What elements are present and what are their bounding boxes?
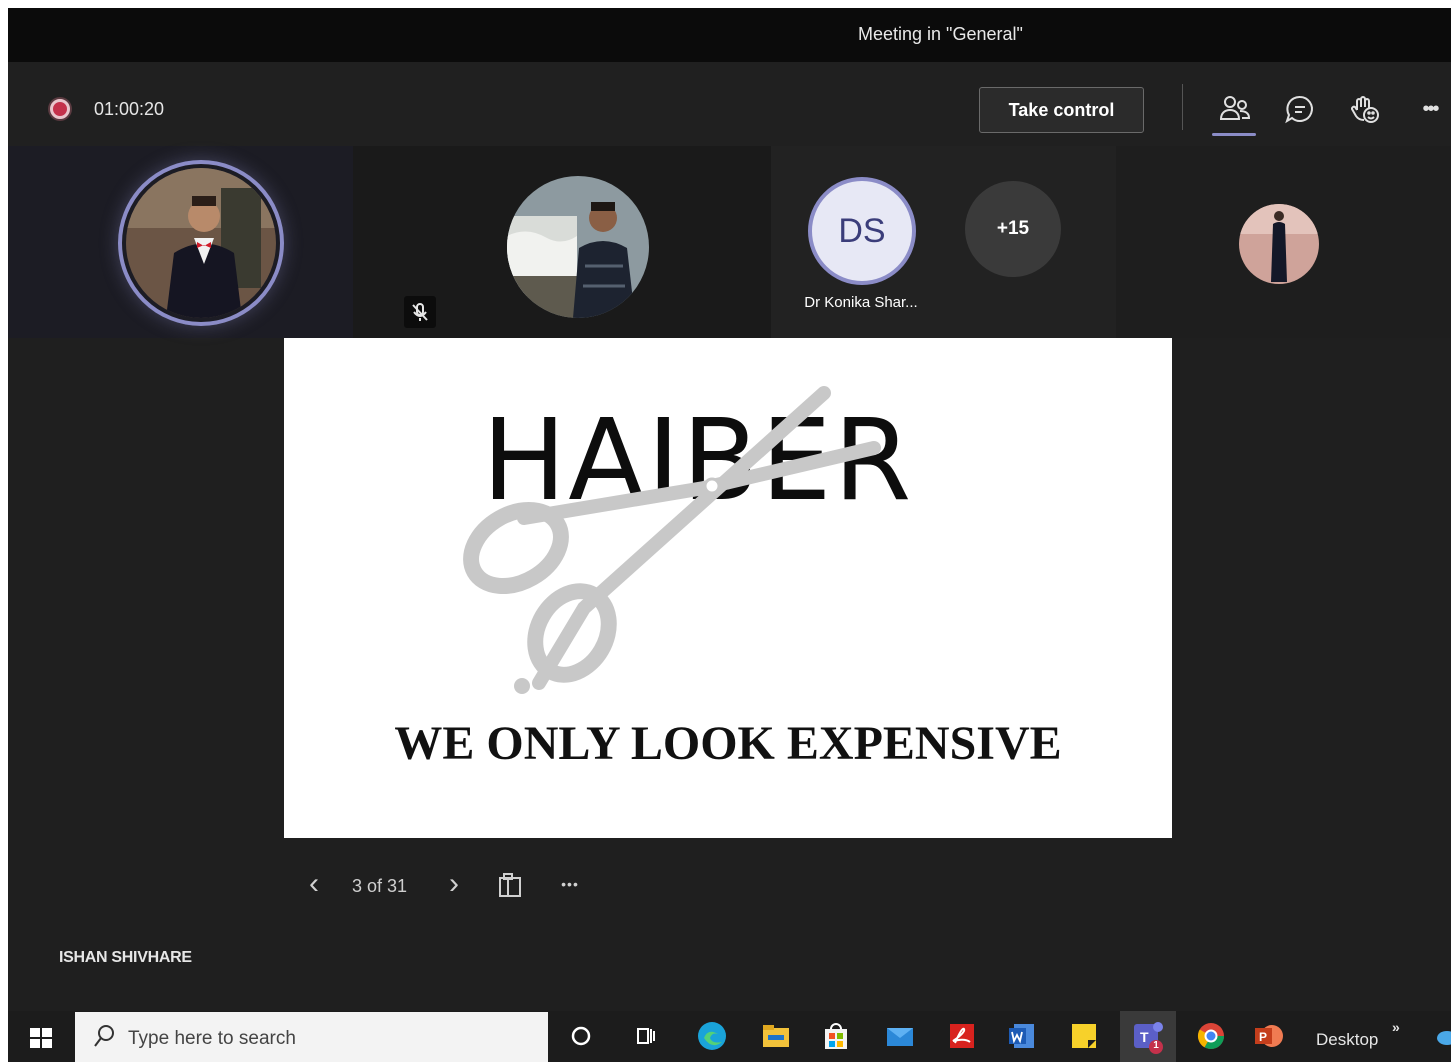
teams-icon[interactable]: T 1 — [1120, 1011, 1176, 1062]
microsoft-store-icon[interactable] — [820, 1020, 852, 1052]
sticky-notes-icon[interactable] — [1068, 1020, 1100, 1052]
desktop-toolbar-label[interactable]: Desktop — [1316, 1030, 1378, 1050]
cortana-icon[interactable] — [565, 1020, 597, 1052]
participant-avatar — [126, 168, 276, 318]
shared-presentation-slide: HAIBER WE ONLY LOOK EXPENSIVE — [284, 338, 1172, 838]
window-title-text: Meeting in "General" — [858, 24, 1023, 44]
people-active-indicator — [1212, 133, 1256, 136]
participant-tile-2[interactable] — [353, 146, 771, 338]
participant-initials-avatar: DS — [808, 177, 916, 285]
participant-avatar — [507, 176, 649, 318]
slide-tagline: WE ONLY LOOK EXPENSIVE — [394, 717, 1062, 770]
slide-more-options-button[interactable]: ••• — [554, 866, 586, 906]
people-icon[interactable] — [1218, 92, 1252, 126]
presenter-name: ISHAN SHIVHARE — [59, 949, 192, 966]
participant-strip: DS Dr Konika Shar... +15 — [8, 146, 1451, 338]
search-icon — [94, 1025, 114, 1047]
slide-overview-icon[interactable] — [494, 866, 526, 906]
file-explorer-icon[interactable] — [760, 1020, 792, 1052]
record-dot-icon — [50, 99, 70, 119]
next-slide-button[interactable]: › — [438, 866, 470, 906]
title-bar: Meeting in "General" — [8, 8, 1451, 62]
previous-slide-button[interactable]: ‹ — [298, 866, 330, 906]
svg-text:P: P — [1259, 1030, 1267, 1044]
word-icon[interactable] — [1006, 1020, 1038, 1052]
slide-page-counter: 3 of 31 — [352, 876, 408, 896]
edge-icon[interactable] — [696, 1020, 728, 1052]
participant-avatar — [1239, 204, 1319, 284]
muted-mic-icon — [404, 296, 436, 328]
desktop-toolbar-overflow[interactable]: » — [1392, 1019, 1400, 1035]
meeting-timer: 01:00:20 — [94, 99, 165, 119]
mail-icon[interactable] — [884, 1020, 916, 1052]
reactions-icon[interactable] — [1348, 92, 1382, 126]
windows-start-icon[interactable] — [30, 1028, 52, 1048]
participant-tile-1[interactable] — [8, 146, 353, 338]
more-participants-button[interactable]: +15 — [965, 181, 1061, 277]
take-control-button[interactable]: Take control — [979, 87, 1144, 133]
participant-tile-4[interactable] — [1116, 146, 1451, 338]
acrobat-icon[interactable] — [946, 1020, 978, 1052]
task-view-icon[interactable] — [630, 1020, 662, 1052]
powerpoint-icon[interactable]: P — [1252, 1020, 1284, 1052]
taskbar-search-box[interactable]: Type here to search — [75, 1012, 548, 1062]
cloud-icon[interactable] — [1433, 1020, 1451, 1052]
teams-meeting-window: Meeting in "General" 01:00:20 Take contr… — [8, 8, 1451, 1062]
svg-text:T: T — [1140, 1029, 1149, 1045]
search-placeholder: Type here to search — [128, 1028, 296, 1049]
chat-icon[interactable] — [1283, 92, 1317, 126]
participant-tile-3[interactable]: DS Dr Konika Shar... +15 — [771, 146, 1116, 338]
more-options-icon[interactable]: ••• — [1413, 92, 1447, 126]
toolbar-divider — [1182, 84, 1183, 130]
participant-name: Dr Konika Shar... — [804, 294, 918, 311]
windows-taskbar: Type here to search T 1 P Desktop » — [8, 1011, 1451, 1062]
meeting-control-bar: 01:00:20 Take control ••• — [8, 62, 1451, 146]
teams-notification-badge: 1 — [1153, 1040, 1159, 1051]
chrome-icon[interactable] — [1195, 1020, 1227, 1052]
